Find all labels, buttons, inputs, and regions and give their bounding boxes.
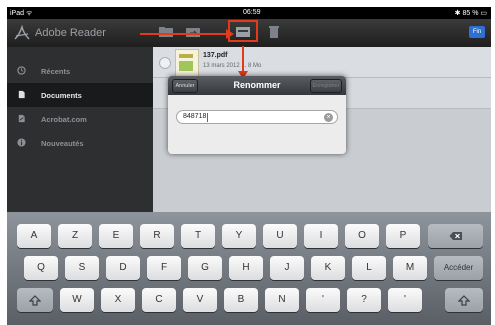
save-button[interactable]: Enregistrer (310, 79, 342, 93)
filename-value: 848718 (183, 113, 207, 120)
key-k[interactable]: K (311, 256, 345, 280)
key-g[interactable]: G (188, 256, 222, 280)
key-apostrophe[interactable]: ' (306, 288, 340, 312)
adobe-reader-logo-icon (14, 25, 30, 40)
sidebar-item-label: Acrobat.com (41, 115, 87, 124)
key-o[interactable]: O (345, 224, 379, 248)
sidebar-item-label: Documents (41, 91, 82, 100)
sidebar-item-recents[interactable]: Récents (7, 59, 153, 83)
pdf-thumbnail (175, 49, 199, 77)
folder-move-icon[interactable] (184, 25, 202, 39)
sidebar-item-documents[interactable]: Documents (7, 83, 153, 107)
key-y[interactable]: Y (222, 224, 256, 248)
backspace-key[interactable] (428, 224, 483, 248)
key-d[interactable]: D (106, 256, 140, 280)
shift-key-left[interactable] (17, 288, 53, 312)
key-question[interactable]: ? (347, 288, 381, 312)
sidebar: Récents Documents Acrobat.com Nouveautés (7, 47, 153, 212)
key-f[interactable]: F (147, 256, 181, 280)
sidebar-item-acrobat[interactable]: Acrobat.com (7, 107, 153, 131)
key-t[interactable]: T (181, 224, 215, 248)
annotation-arrow-vertical (242, 46, 244, 74)
key-n[interactable]: N (265, 288, 299, 312)
key-a[interactable]: A (17, 224, 51, 248)
folder-icon[interactable] (157, 25, 175, 39)
key-w[interactable]: W (60, 288, 94, 312)
return-key[interactable]: Accéder (434, 256, 483, 280)
key-x[interactable]: X (101, 288, 135, 312)
app-title: Adobe Reader (35, 27, 106, 39)
top-toolbar: Adobe Reader Fin (7, 19, 491, 47)
onscreen-keyboard: A Z E R T Y U I O P Q S D F G H J K L M … (7, 212, 491, 325)
status-bar: iPad ᯤ 06:59 ✱ 85 % ▭ (7, 7, 491, 19)
backspace-icon (449, 232, 462, 240)
key-u[interactable]: U (263, 224, 297, 248)
clock-icon (17, 66, 26, 75)
file-meta: 13 mars 2012 ... 8 Mo (203, 63, 262, 69)
shift-icon (457, 295, 471, 306)
rename-dialog: Annuler Renommer Enregistrer 848718 × (168, 76, 346, 154)
acrobat-icon (18, 114, 25, 123)
select-radio[interactable] (159, 57, 171, 69)
sidebar-item-label: Nouveautés (41, 139, 84, 148)
key-s[interactable]: S (65, 256, 99, 280)
shift-key-right[interactable] (445, 288, 483, 312)
key-v[interactable]: V (183, 288, 217, 312)
carrier-wifi: iPad ᯤ (10, 10, 33, 17)
sidebar-item-news[interactable]: Nouveautés (7, 131, 153, 155)
clock-time: 06:59 (243, 9, 261, 16)
key-q[interactable]: Q (24, 256, 58, 280)
key-e[interactable]: E (99, 224, 133, 248)
trash-icon[interactable] (265, 25, 283, 39)
key-b[interactable]: B (224, 288, 258, 312)
battery-status: ✱ 85 % ▭ (454, 10, 487, 17)
key-c[interactable]: C (142, 288, 176, 312)
filename-input[interactable]: 848718 × (176, 110, 338, 124)
annotation-arrowhead-right (226, 29, 234, 39)
done-button[interactable]: Fin (469, 26, 485, 38)
annotation-arrow-horizontal (140, 33, 230, 35)
text-caret (207, 113, 208, 122)
list-item[interactable]: 137.pdf 13 mars 2012 ... 8 Mo (153, 47, 491, 78)
shift-icon (28, 295, 42, 306)
clear-text-icon[interactable]: × (324, 113, 333, 122)
key-quote[interactable]: ' (388, 288, 422, 312)
dialog-header: Annuler Renommer Enregistrer (168, 76, 346, 95)
info-icon (17, 138, 26, 147)
key-i[interactable]: I (304, 224, 338, 248)
document-icon (18, 90, 25, 99)
key-j[interactable]: J (270, 256, 304, 280)
key-h[interactable]: H (229, 256, 263, 280)
key-l[interactable]: L (352, 256, 386, 280)
file-name: 137.pdf (203, 52, 228, 59)
key-p[interactable]: P (386, 224, 420, 248)
app-screen: iPad ᯤ 06:59 ✱ 85 % ▭ Adobe Reader Fin R… (7, 7, 491, 325)
key-m[interactable]: M (393, 256, 427, 280)
key-z[interactable]: Z (58, 224, 92, 248)
key-r[interactable]: R (140, 224, 174, 248)
sidebar-item-label: Récents (41, 67, 71, 76)
